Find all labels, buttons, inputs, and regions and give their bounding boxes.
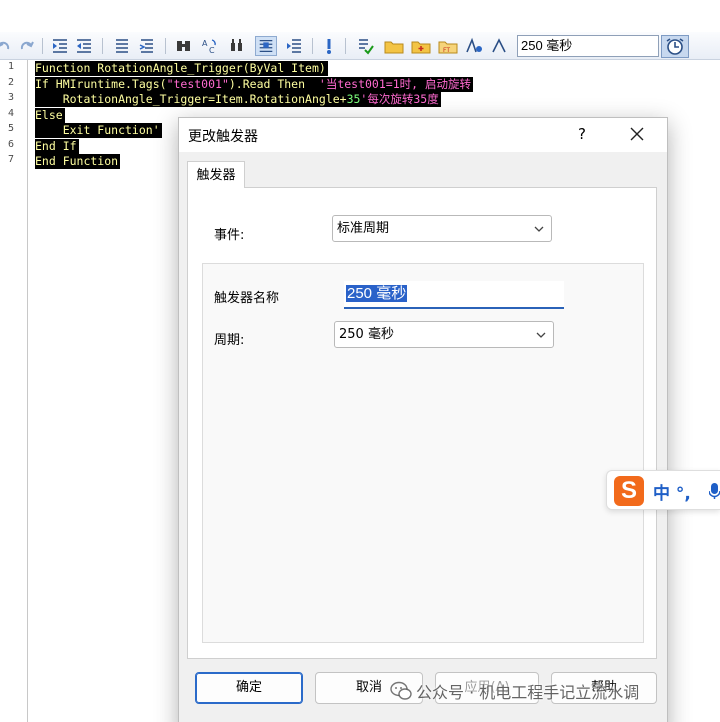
outdent-icon[interactable] <box>75 37 93 55</box>
toolbar-separator <box>165 38 166 54</box>
dialog-titlebar: 更改触发器 ? <box>179 118 667 152</box>
redo-icon[interactable] <box>18 37 36 55</box>
line-number: 1 <box>8 61 15 72</box>
line-number: 3 <box>8 92 15 103</box>
code-token: End If <box>35 139 77 153</box>
period-select[interactable]: 250 毫秒 <box>334 321 554 348</box>
bookmark-toggle-icon[interactable] <box>255 36 277 56</box>
dialog-title: 更改触发器 <box>188 129 258 145</box>
syntax-check-icon[interactable] <box>320 37 338 55</box>
svg-text:A: A <box>202 39 208 48</box>
toolbar-separator <box>312 38 313 54</box>
add-folder-icon[interactable] <box>410 37 432 55</box>
change-trigger-dialog: 更改触发器 ? 触发器 事件: 标准周期 触发器名称 250 毫秒 周期: 25… <box>178 117 668 722</box>
uncomment-icon[interactable] <box>138 37 156 55</box>
ime-mode[interactable]: 中 °, <box>653 479 691 504</box>
trigger-settings-group: 触发器名称 250 毫秒 周期: 250 毫秒 <box>202 263 644 643</box>
indent-icon[interactable] <box>51 37 69 55</box>
code-token: RotationAngle_Trigger=Item.RotationAngle… <box>35 92 347 106</box>
code-line[interactable]: End Function <box>35 154 121 169</box>
chevron-down-icon <box>536 332 546 338</box>
code-token: Exit Function' <box>35 123 160 137</box>
toolbar-separator <box>345 38 346 54</box>
function-folder-icon[interactable]: FT <box>437 37 459 55</box>
bookmark-next-icon[interactable] <box>285 37 303 55</box>
line-number: 5 <box>8 123 15 134</box>
object-browser-icon[interactable] <box>465 37 483 55</box>
find-icon[interactable] <box>175 37 193 55</box>
trigger-button[interactable] <box>661 35 689 58</box>
event-select[interactable]: 标准周期 <box>332 215 552 242</box>
code-line[interactable]: If HMIruntime.Tags("test001").Read Then … <box>35 77 473 92</box>
event-select-value: 标准周期 <box>337 221 390 236</box>
event-label: 事件: <box>214 228 245 243</box>
period-label: 周期: <box>214 333 245 348</box>
code-token: Function RotationAngle_Trigger(ByVal Ite… <box>35 61 326 75</box>
svg-text:FT: FT <box>443 47 450 54</box>
line-number: 6 <box>8 139 15 150</box>
trigger-tab-panel: 事件: 标准周期 触发器名称 250 毫秒 周期: 250 毫秒 <box>187 187 657 659</box>
code-token: If HMIruntime.Tags( <box>35 77 167 91</box>
line-number: 7 <box>8 154 15 165</box>
watermark: 公众号 · 机电工程手记立流水调 <box>386 678 720 704</box>
ok-button[interactable]: 确定 <box>195 672 303 704</box>
line-number-gutter: 1 2 3 4 5 6 7 <box>0 60 28 722</box>
replace-icon[interactable]: AC <box>201 37 219 55</box>
code-token: 35 <box>346 92 361 106</box>
editor-toolbar: AC FT 250 毫秒 <box>0 32 720 60</box>
watermark-text: 公众号 · 机电工程手记立流水调 <box>416 683 640 702</box>
sogou-logo-icon: S <box>614 476 644 506</box>
code-line[interactable]: RotationAngle_Trigger=Item.RotationAngle… <box>35 92 441 107</box>
help-icon[interactable]: ? <box>578 125 592 143</box>
undo-icon[interactable] <box>0 37 12 55</box>
tag-list-icon[interactable] <box>356 37 374 55</box>
folder-icon[interactable] <box>383 37 405 55</box>
line-number: 4 <box>8 108 15 119</box>
code-line[interactable]: End If <box>35 139 79 154</box>
code-token: '每次旋转35度 <box>360 92 439 106</box>
code-token: End Function <box>35 154 119 168</box>
comment-icon[interactable] <box>113 37 131 55</box>
tab-trigger[interactable]: 触发器 <box>187 161 245 188</box>
close-icon[interactable] <box>629 126 645 142</box>
code-token: Else <box>35 108 63 122</box>
chevron-down-icon <box>534 226 544 232</box>
trigger-period-combo[interactable]: 250 毫秒 <box>517 35 659 57</box>
code-token: '当test001=1时, 启动旋转 <box>318 77 471 91</box>
microphone-icon[interactable] <box>709 482 720 500</box>
code-line[interactable]: Else <box>35 108 65 123</box>
code-token: ).Read Then <box>228 77 319 91</box>
find-next-icon[interactable] <box>228 37 246 55</box>
toolbar-separator <box>42 38 43 54</box>
code-token: "test001" <box>166 77 229 91</box>
svg-text:C: C <box>209 46 215 55</box>
toolbar-separator <box>102 38 103 54</box>
object-properties-icon[interactable] <box>490 37 508 55</box>
clock-icon <box>666 38 684 55</box>
trigger-name-input[interactable]: 250 毫秒 <box>344 281 564 309</box>
trigger-name-selected-text: 250 毫秒 <box>346 285 408 302</box>
code-line[interactable]: Function RotationAngle_Trigger(ByVal Ite… <box>35 61 328 76</box>
trigger-name-label: 触发器名称 <box>214 291 280 306</box>
ime-toolbar[interactable]: S 中 °, <box>606 470 720 510</box>
period-select-value: 250 毫秒 <box>339 327 394 342</box>
code-line[interactable]: Exit Function' <box>35 123 162 138</box>
wechat-icon <box>390 681 412 700</box>
line-number: 2 <box>8 77 15 88</box>
